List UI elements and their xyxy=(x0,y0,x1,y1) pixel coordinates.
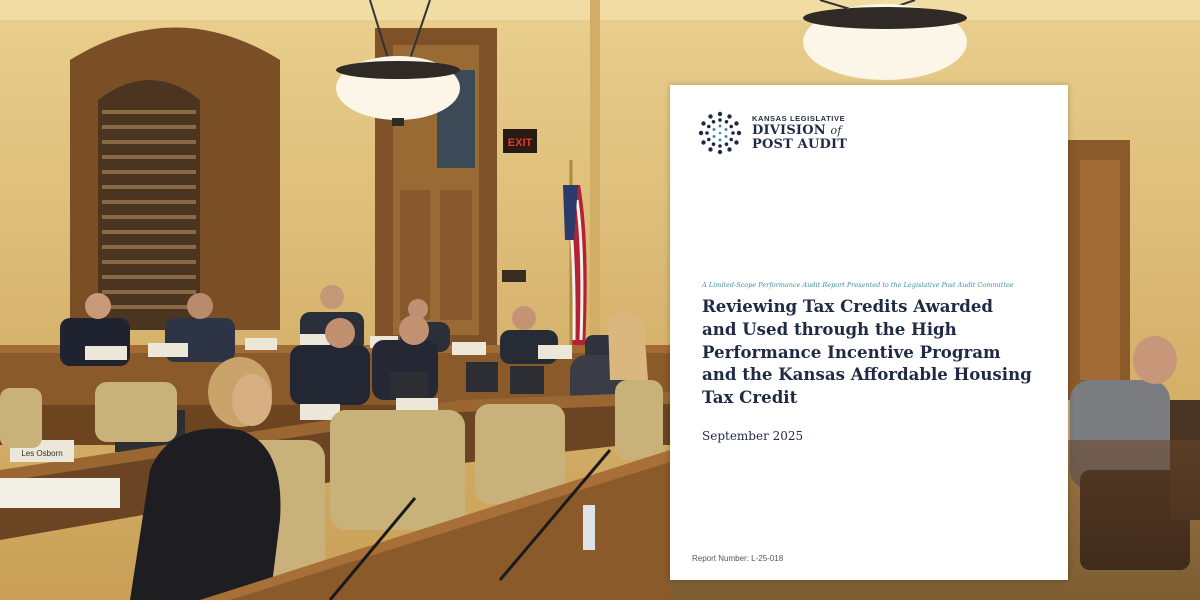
logo-division-word: DIVISION xyxy=(752,123,826,139)
report-title-line: Tax Credit xyxy=(702,387,798,408)
hearing-room-scene: EXIT Les Osborn KANSAS LEGISLATIVE DIVIS… xyxy=(0,0,1200,600)
logo-line-3: POST AUDIT xyxy=(752,137,848,153)
arched-window xyxy=(70,27,280,330)
wall-plaque xyxy=(502,270,526,282)
report-title: Reviewing Tax Credits Awarded and Used t… xyxy=(702,295,1047,409)
report-title-line: and Used through the High xyxy=(702,318,957,339)
audit-report-cover: KANSAS LEGISLATIVE DIVISION of POST AUDI… xyxy=(670,85,1068,580)
logo-of-word: of xyxy=(830,124,842,138)
logo-line-1: KANSAS LEGISLATIVE xyxy=(752,113,846,123)
division-logo: KANSAS LEGISLATIVE DIVISION of POST AUDI… xyxy=(698,111,847,155)
report-date: September 2025 xyxy=(702,429,804,443)
report-supertitle: A Limited-Scope Performance Audit Report… xyxy=(702,281,1014,289)
front-nameplate: Les Osborn xyxy=(21,449,62,458)
report-title-line: Performance Incentive Program xyxy=(702,341,1001,362)
sunburst-logo-icon xyxy=(698,111,742,155)
report-title-line: and the Kansas Affordable Housing xyxy=(702,364,1032,385)
logo-line-2: DIVISION of xyxy=(752,124,847,137)
exit-sign-text: EXIT xyxy=(508,137,533,149)
report-number: Report Number: L-25-018 xyxy=(692,554,784,563)
report-title-line: Reviewing Tax Credits Awarded xyxy=(702,296,994,316)
pendant-lamp-right xyxy=(803,0,967,80)
